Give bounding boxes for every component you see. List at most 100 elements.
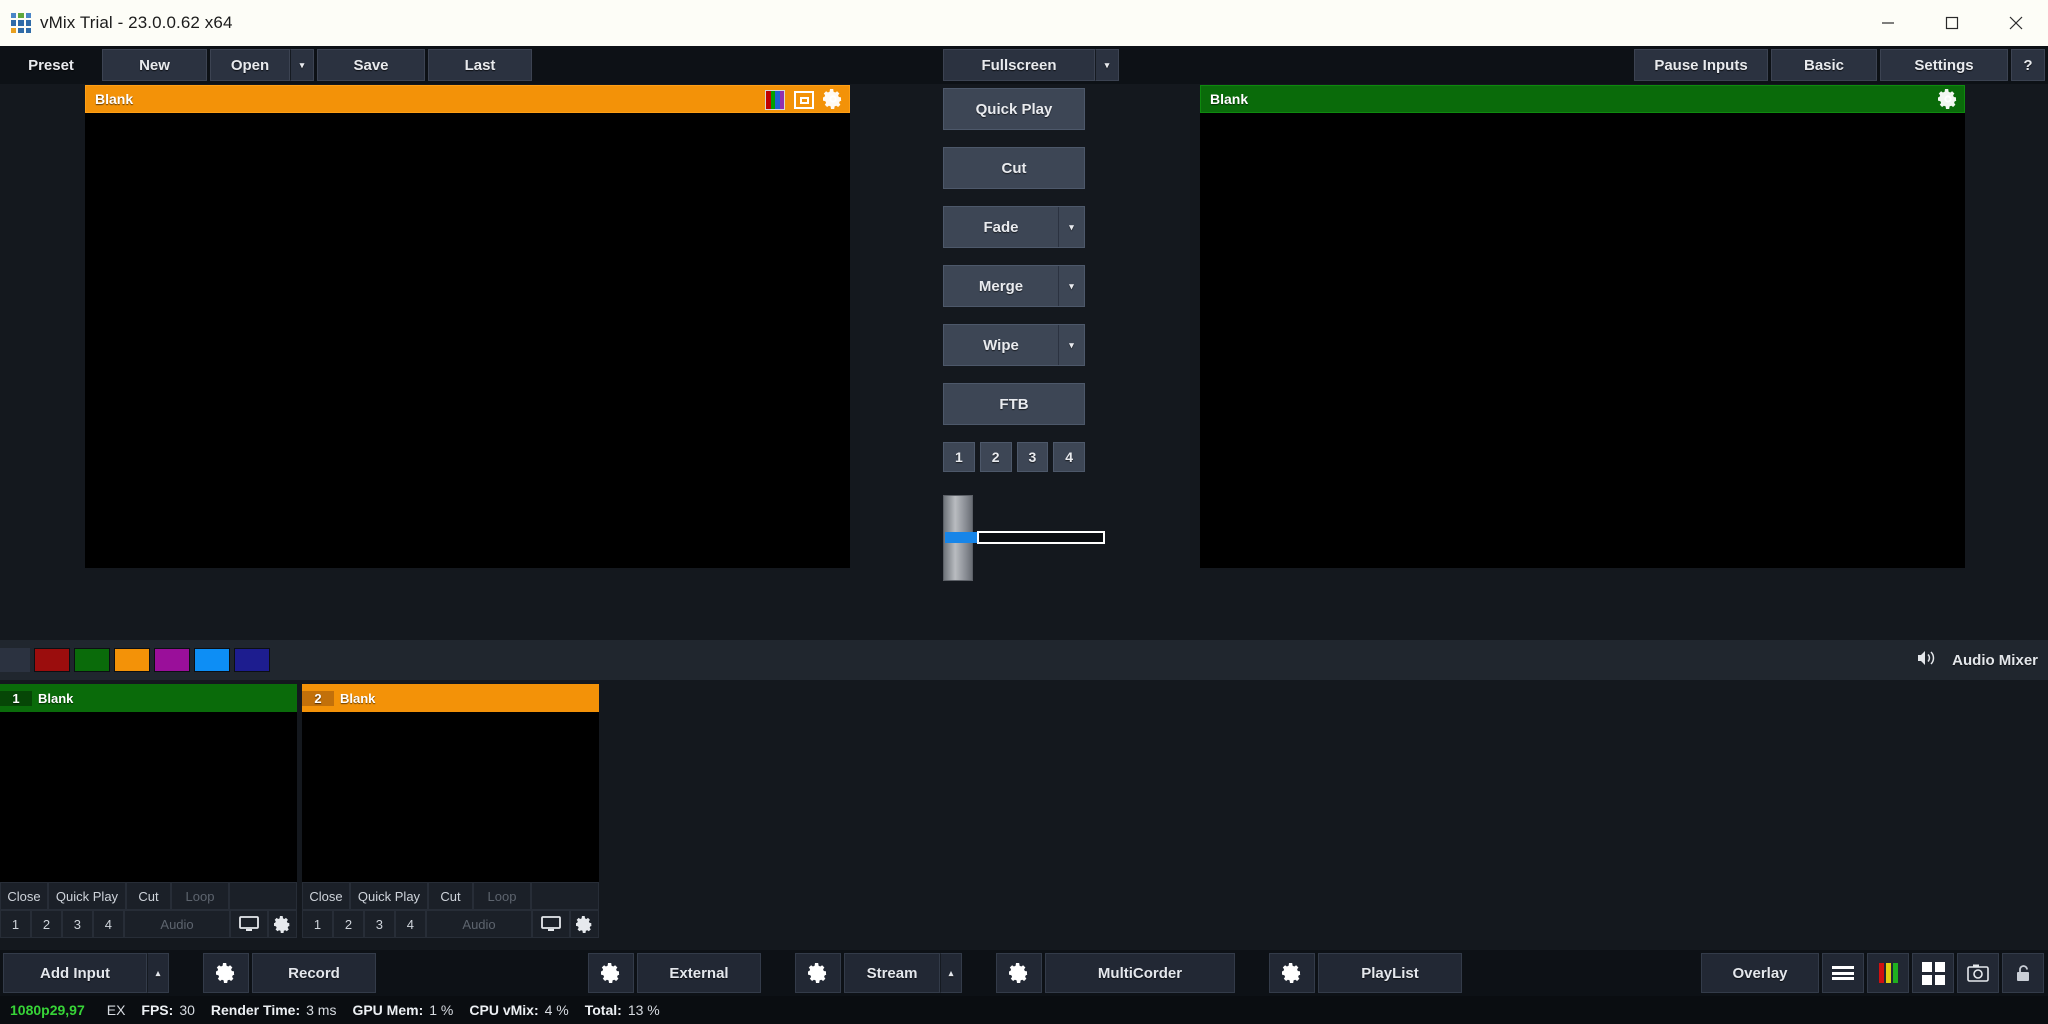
audio-meter-icon[interactable] (1867, 953, 1909, 993)
t-bar-track[interactable] (977, 531, 1105, 544)
input-controls-filler (531, 882, 599, 910)
window-controls (1856, 0, 2048, 46)
fade-dropdown-button[interactable]: ▾ (1058, 207, 1084, 247)
swatch-red[interactable] (34, 648, 70, 672)
fullscreen-button[interactable]: Fullscreen (943, 49, 1095, 81)
transition-slot-row: 1 2 3 4 (943, 442, 1085, 472)
input-bus-1[interactable]: 1 (0, 910, 31, 938)
audio-mixer-label: Audio Mixer (1952, 651, 2038, 669)
status-resolution: 1080p29,97 (10, 1002, 85, 1018)
external-button[interactable]: External (637, 953, 761, 993)
wipe-button[interactable]: Wipe (944, 325, 1058, 365)
status-fps-value: 30 (179, 1002, 195, 1018)
snapshot-icon[interactable] (1957, 953, 1999, 993)
gear-icon[interactable] (267, 910, 297, 938)
input-bus-4[interactable]: 4 (92, 910, 124, 938)
color-bars-icon[interactable] (765, 90, 785, 110)
lock-icon[interactable] (2002, 953, 2044, 993)
quick-play-button[interactable]: Quick Play (943, 88, 1085, 130)
input-loop-button[interactable]: Loop (473, 882, 531, 910)
close-icon[interactable] (1984, 0, 2048, 46)
input-close-button[interactable]: Close (302, 882, 350, 910)
input-bus-2[interactable]: 2 (332, 910, 364, 938)
swatch-navy[interactable] (234, 648, 270, 672)
program-video-area[interactable] (1200, 113, 1965, 568)
input-audio-button[interactable]: Audio (123, 910, 231, 938)
input-audio-button[interactable]: Audio (425, 910, 533, 938)
status-cpuvmix-value: 4 % (544, 1002, 569, 1018)
cut-button[interactable]: Cut (943, 147, 1085, 189)
preview-video-area[interactable] (85, 113, 850, 568)
ftb-button[interactable]: FTB (943, 383, 1085, 425)
settings-button[interactable]: Settings (1880, 49, 2008, 81)
merge-button[interactable]: Merge (944, 266, 1058, 306)
gear-icon[interactable] (569, 910, 599, 938)
multicorder-settings-button[interactable] (996, 953, 1042, 993)
multicorder-button[interactable]: MultiCorder (1045, 953, 1235, 993)
swatch-none[interactable] (0, 648, 30, 672)
external-settings-button[interactable] (588, 953, 634, 993)
t-bar-slider[interactable] (943, 495, 1123, 585)
help-button[interactable]: ? (2011, 49, 2045, 81)
list-icon[interactable] (1822, 953, 1864, 993)
add-input-dropdown-button[interactable]: ▴ (147, 953, 169, 993)
transition-slot-3[interactable]: 3 (1016, 442, 1049, 472)
input-name: Blank (340, 690, 376, 706)
basic-view-button[interactable]: Basic (1771, 49, 1877, 81)
add-input-button[interactable]: Add Input (3, 953, 147, 993)
playlist-settings-button[interactable] (1269, 953, 1315, 993)
input-loop-button[interactable]: Loop (171, 882, 229, 910)
record-button[interactable]: Record (252, 953, 376, 993)
gear-icon[interactable] (823, 88, 843, 112)
swatch-purple[interactable] (154, 648, 190, 672)
stream-dropdown-button[interactable]: ▴ (940, 953, 962, 993)
playlist-button[interactable]: PlayList (1318, 953, 1462, 993)
input-bus-3[interactable]: 3 (61, 910, 93, 938)
audio-mixer-toggle[interactable]: Audio Mixer (1916, 640, 2038, 680)
input-quickplay-button[interactable]: Quick Play (350, 882, 428, 910)
input-quickplay-button[interactable]: Quick Play (48, 882, 126, 910)
input-cut-button[interactable]: Cut (428, 882, 473, 910)
transition-slot-1[interactable]: 1 (943, 442, 975, 472)
last-preset-button[interactable]: Last (428, 49, 532, 81)
stream-settings-button[interactable] (795, 953, 841, 993)
transition-slot-4[interactable]: 4 (1053, 442, 1085, 472)
wipe-dropdown-button[interactable]: ▾ (1058, 325, 1084, 365)
transition-slot-2[interactable]: 2 (979, 442, 1012, 472)
monitor-icon[interactable] (230, 910, 268, 938)
input-bus-4[interactable]: 4 (394, 910, 426, 938)
input-thumbnail[interactable] (0, 712, 297, 882)
input-bus-1[interactable]: 1 (302, 910, 333, 938)
input-bus-3[interactable]: 3 (363, 910, 395, 938)
monitor-icon[interactable] (532, 910, 570, 938)
save-preset-button[interactable]: Save (317, 49, 425, 81)
input-cut-button[interactable]: Cut (126, 882, 171, 910)
stream-button[interactable]: Stream (844, 953, 940, 993)
program-header[interactable]: Blank (1200, 85, 1965, 113)
overlay-button[interactable]: Overlay (1701, 953, 1819, 993)
record-settings-button[interactable] (203, 953, 249, 993)
swatch-green[interactable] (74, 648, 110, 672)
gear-icon[interactable] (1938, 88, 1958, 112)
input-thumbnail[interactable] (302, 712, 599, 882)
fade-button[interactable]: Fade (944, 207, 1058, 247)
pause-inputs-button[interactable]: Pause Inputs (1634, 49, 1768, 81)
fullscreen-dropdown-button[interactable]: ▾ (1095, 49, 1119, 81)
status-render-value: 3 ms (306, 1002, 337, 1018)
grid-icon[interactable] (1912, 953, 1954, 993)
input-bus-2[interactable]: 2 (30, 910, 62, 938)
swatch-blue[interactable] (194, 648, 230, 672)
preview-header[interactable]: Blank (85, 85, 850, 113)
input-header[interactable]: 2 Blank (302, 684, 599, 712)
window-title: vMix Trial - 23.0.0.62 x64 (40, 13, 233, 32)
minimize-icon[interactable] (1856, 0, 1920, 46)
merge-dropdown-button[interactable]: ▾ (1058, 266, 1084, 306)
swatch-orange[interactable] (114, 648, 150, 672)
open-preset-button[interactable]: Open (210, 49, 290, 81)
maximize-icon[interactable] (1920, 0, 1984, 46)
input-close-button[interactable]: Close (0, 882, 48, 910)
input-header[interactable]: 1 Blank (0, 684, 297, 712)
open-dropdown-button[interactable]: ▾ (290, 49, 314, 81)
new-preset-button[interactable]: New (102, 49, 207, 81)
pip-icon[interactable] (794, 91, 814, 109)
